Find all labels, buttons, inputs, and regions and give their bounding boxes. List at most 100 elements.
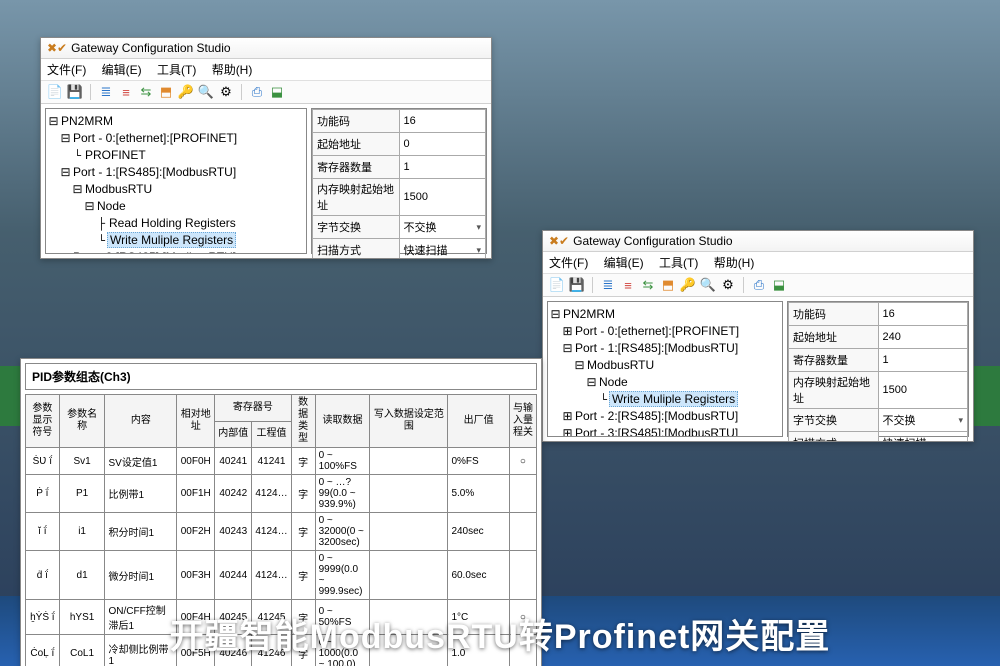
tree-modbusrtu[interactable]: ⊟ModbusRTU <box>48 181 304 198</box>
prop-value[interactable]: 快速扫描▾ <box>878 432 968 442</box>
tool-icon-6[interactable]: 🔍 <box>198 84 214 100</box>
tool-icon-7[interactable]: ⚙ <box>218 84 234 100</box>
dropdown-arrow-icon[interactable]: ▾ <box>958 438 963 442</box>
tree-profinet[interactable]: └PROFINET <box>48 147 304 164</box>
prop-key: 扫描方式 <box>313 239 399 259</box>
tree-node[interactable]: ⊟Node <box>550 374 780 391</box>
th-default: 出厂值 <box>448 395 509 448</box>
table-cell: 240sec <box>448 513 509 551</box>
table-cell: 5.0% <box>448 475 509 513</box>
prop-value[interactable]: 不交换▾ <box>878 409 968 432</box>
th-name: 参数名称 <box>59 395 105 448</box>
table-cell: 0 ~ 100%FS <box>315 448 370 475</box>
tool-icon-4[interactable]: ⬒ <box>660 277 676 293</box>
prop-value[interactable]: 240 <box>878 326 968 349</box>
prop-value[interactable]: 快速扫描▾ <box>399 239 485 259</box>
menu-edit[interactable]: 编辑(E) <box>102 63 142 77</box>
menu-edit[interactable]: 编辑(E) <box>604 256 644 270</box>
save-icon[interactable]: 💾 <box>67 84 83 100</box>
tool-icon-2[interactable]: ≡ <box>620 277 636 293</box>
table-cell <box>509 475 536 513</box>
prop-key: 寄存器数量 <box>789 349 879 372</box>
table-cell: 00F1H <box>177 475 215 513</box>
tool-icon-3[interactable]: ⇆ <box>138 84 154 100</box>
table-row[interactable]: ĭ ḯi1积分时间100F2H402434124…字0 ~ 32000(0 ~ … <box>26 513 537 551</box>
tool-icon-5[interactable]: 🔑 <box>178 84 194 100</box>
menu-help[interactable]: 帮助(H) <box>714 256 755 270</box>
menu-help[interactable]: 帮助(H) <box>212 63 253 77</box>
table-row[interactable]: ḋ ḯd1微分时间100F3H402444124…字0 ~ 9999(0.0 ~… <box>26 551 537 600</box>
table-cell: 4124… <box>252 551 291 600</box>
prop-value[interactable]: 1500 <box>399 179 485 216</box>
tree-port2[interactable]: ⊞Port - 2:[RS485]:[ModbusRTU] <box>550 408 780 425</box>
table-cell <box>370 551 448 600</box>
tool-icon-9[interactable]: ⬓ <box>771 277 787 293</box>
tree-node[interactable]: ⊟Node <box>48 198 304 215</box>
table-cell: P1 <box>59 475 105 513</box>
table-row[interactable]: ṠƲ ḯSv1SV设定值100F0H4024141241字0 ~ 100%FS0… <box>26 448 537 475</box>
tree-port1[interactable]: ⊟Port - 1:[RS485]:[ModbusRTU] <box>550 340 780 357</box>
table-cell: 字 <box>291 513 315 551</box>
app-title: Gateway Configuration Studio <box>573 234 732 248</box>
dropdown-arrow-icon[interactable]: ▾ <box>958 415 963 426</box>
menu-tool[interactable]: 工具(T) <box>157 63 196 77</box>
dropdown-arrow-icon[interactable]: ▾ <box>476 222 481 233</box>
prop-value[interactable]: 不交换▾ <box>399 216 485 239</box>
toolbar: 📄 💾 ≣ ≡ ⇆ ⬒ 🔑 🔍 ⚙ ⎙ ⬓ <box>41 81 491 104</box>
prop-value[interactable]: 1 <box>878 349 968 372</box>
save-icon[interactable]: 💾 <box>569 277 585 293</box>
tree-port2[interactable]: ⊞Port - 2:[RS485]:[ModbusRTU] <box>48 249 304 254</box>
tree-modbusrtu[interactable]: ⊟ModbusRTU <box>550 357 780 374</box>
th-inrel: 与输入量程关 <box>509 395 536 448</box>
new-file-icon[interactable]: 📄 <box>47 84 63 100</box>
new-file-icon[interactable]: 📄 <box>549 277 565 293</box>
tool-icon-1[interactable]: ≣ <box>98 84 114 100</box>
table-cell: 40242 <box>215 475 252 513</box>
table-cell <box>370 475 448 513</box>
tool-icon-7[interactable]: ⚙ <box>720 277 736 293</box>
tool-icon-6[interactable]: 🔍 <box>700 277 716 293</box>
tree-port0[interactable]: ⊞Port - 0:[ethernet]:[PROFINET] <box>550 323 780 340</box>
tree-port1[interactable]: ⊟Port - 1:[RS485]:[ModbusRTU] <box>48 164 304 181</box>
tree-write-multiple[interactable]: └Write Muliple Registers <box>48 232 304 249</box>
property-pane: 功能码16起始地址0寄存器数量1内存映射起始地址1500字节交换不交换▾扫描方式… <box>311 108 487 254</box>
prop-value[interactable]: 16 <box>399 110 485 133</box>
tool-icon-1[interactable]: ≣ <box>600 277 616 293</box>
app-icon: ✖✔ <box>549 234 569 248</box>
titlebar[interactable]: ✖✔ Gateway Configuration Studio <box>543 231 973 252</box>
table-cell: ḋ ḯ <box>26 551 60 600</box>
prop-key: 功能码 <box>789 303 879 326</box>
prop-value[interactable]: 1 <box>399 156 485 179</box>
footer-caption: 开疆智能ModbusRTU转Profinet网关配置 <box>0 609 1000 658</box>
tree-port0[interactable]: ⊟Port - 0:[ethernet]:[PROFINET] <box>48 130 304 147</box>
tree-root[interactable]: ⊟PN2MRM <box>550 306 780 323</box>
prop-value[interactable]: 1500 <box>878 372 968 409</box>
tree-root[interactable]: ⊟PN2MRM <box>48 113 304 130</box>
toolbar: 📄 💾 ≣ ≡ ⇆ ⬒ 🔑 🔍 ⚙ ⎙ ⬓ <box>543 274 973 297</box>
tool-icon-9[interactable]: ⬓ <box>269 84 285 100</box>
tool-icon-8[interactable]: ⎙ <box>249 84 265 100</box>
gateway-config-window-1: ✖✔ Gateway Configuration Studio 文件(F) 编辑… <box>40 37 492 259</box>
table-row[interactable]: Ṗ ḯP1比例带100F1H402424124…字0 ~ …?99(0.0 ~ … <box>26 475 537 513</box>
tree-port3[interactable]: ⊞Port - 3:[RS485]:[ModbusRTU] <box>550 425 780 437</box>
menu-file[interactable]: 文件(F) <box>549 256 588 270</box>
tool-icon-4[interactable]: ⬒ <box>158 84 174 100</box>
table-cell: 微分时间1 <box>105 551 177 600</box>
tool-icon-5[interactable]: 🔑 <box>680 277 696 293</box>
prop-value[interactable]: 0 <box>399 133 485 156</box>
menu-tool[interactable]: 工具(T) <box>659 256 698 270</box>
tree-write-multiple[interactable]: └Write Muliple Registers <box>550 391 780 408</box>
tree-read-holding[interactable]: ├Read Holding Registers <box>48 215 304 232</box>
tool-icon-3[interactable]: ⇆ <box>640 277 656 293</box>
prop-value[interactable]: 16 <box>878 303 968 326</box>
tool-icon-2[interactable]: ≡ <box>118 84 134 100</box>
th-reg: 寄存器号 <box>215 395 292 422</box>
tool-icon-8[interactable]: ⎙ <box>751 277 767 293</box>
table-cell: d1 <box>59 551 105 600</box>
prop-key: 功能码 <box>313 110 399 133</box>
table-cell <box>370 448 448 475</box>
table-cell: ṠƲ ḯ <box>26 448 60 475</box>
dropdown-arrow-icon[interactable]: ▾ <box>476 245 481 256</box>
menu-file[interactable]: 文件(F) <box>47 63 86 77</box>
titlebar[interactable]: ✖✔ Gateway Configuration Studio <box>41 38 491 59</box>
